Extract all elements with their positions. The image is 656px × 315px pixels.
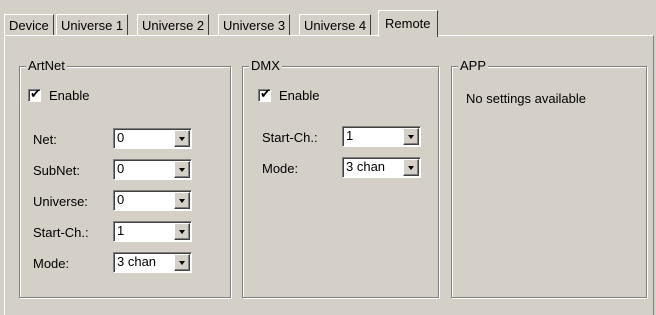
artnet-start-ch-label: Start-Ch.: [33, 225, 89, 240]
chevron-down-icon [179, 168, 185, 172]
artnet-mode-select[interactable]: 3 chan [113, 252, 192, 273]
artnet-group: ArtNet ✔ Enable Net: 0 SubNet: 0 Univers… [19, 58, 231, 298]
dmx-mode-value: 3 chan [346, 159, 386, 174]
artnet-enable-checkbox[interactable]: ✔ Enable [28, 87, 90, 103]
tab-device[interactable]: Device [4, 14, 54, 35]
artnet-start-ch-select[interactable]: 1 [113, 221, 192, 242]
chevron-down-icon [179, 137, 185, 141]
artnet-mode-value: 3 chan [117, 254, 157, 269]
artnet-subnet-label: SubNet: [33, 163, 80, 178]
tab-strip: Device Universe 1 Universe 2 Universe 3 … [4, 10, 654, 37]
artnet-net-select[interactable]: 0 [113, 128, 192, 149]
artnet-start-ch-dropdown-button[interactable] [174, 223, 190, 240]
dmx-enable-checkbox[interactable]: ✔ Enable [258, 87, 320, 103]
chevron-down-icon [179, 261, 185, 265]
dmx-group: DMX ✔ Enable Start-Ch.: 1 Mode: 3 chan [242, 58, 439, 298]
artnet-mode-label: Mode: [33, 256, 70, 271]
artnet-universe-select[interactable]: 0 [113, 190, 192, 211]
artnet-net-value: 0 [117, 130, 125, 145]
dmx-enable-label: Enable [279, 88, 320, 103]
app-group-title: APP [458, 58, 489, 74]
tab-universe-4[interactable]: Universe 4 [299, 14, 372, 35]
dmx-group-title: DMX [249, 58, 282, 74]
artnet-mode-dropdown-button[interactable] [174, 254, 190, 271]
chevron-down-icon [179, 230, 185, 234]
artnet-group-title: ArtNet [26, 58, 67, 74]
artnet-net-label: Net: [33, 132, 57, 147]
tab-remote[interactable]: Remote [378, 10, 438, 37]
artnet-universe-dropdown-button[interactable] [174, 192, 190, 209]
remote-tab-panel: ArtNet ✔ Enable Net: 0 SubNet: 0 Univers… [4, 35, 654, 315]
checkmark-icon: ✔ [260, 87, 271, 102]
artnet-subnet-value: 0 [117, 161, 125, 176]
dmx-start-ch-dropdown-button[interactable] [403, 128, 419, 145]
app-group: APP No settings available [451, 58, 647, 298]
dmx-start-ch-value: 1 [346, 128, 354, 143]
dmx-mode-select[interactable]: 3 chan [342, 157, 421, 178]
dmx-enable-checkbox-box[interactable]: ✔ [258, 87, 271, 102]
artnet-enable-checkbox-box[interactable]: ✔ [28, 87, 41, 102]
artnet-enable-label: Enable [49, 88, 90, 103]
artnet-net-dropdown-button[interactable] [174, 130, 190, 147]
tab-universe-3[interactable]: Universe 3 [218, 14, 291, 35]
artnet-universe-label: Universe: [33, 194, 88, 209]
checkmark-icon: ✔ [30, 87, 41, 102]
dmx-start-ch-select[interactable]: 1 [342, 126, 421, 147]
chevron-down-icon [408, 135, 414, 139]
dmx-start-ch-label: Start-Ch.: [262, 130, 318, 145]
chevron-down-icon [408, 166, 414, 170]
dmx-mode-dropdown-button[interactable] [403, 159, 419, 176]
chevron-down-icon [179, 199, 185, 203]
dmx-mode-label: Mode: [262, 161, 299, 176]
app-no-settings-text: No settings available [466, 91, 586, 106]
artnet-subnet-select[interactable]: 0 [113, 159, 192, 180]
tab-universe-2[interactable]: Universe 2 [137, 14, 210, 35]
artnet-universe-value: 0 [117, 192, 125, 207]
artnet-subnet-dropdown-button[interactable] [174, 161, 190, 178]
tab-universe-1[interactable]: Universe 1 [56, 14, 129, 35]
artnet-start-ch-value: 1 [117, 223, 125, 238]
